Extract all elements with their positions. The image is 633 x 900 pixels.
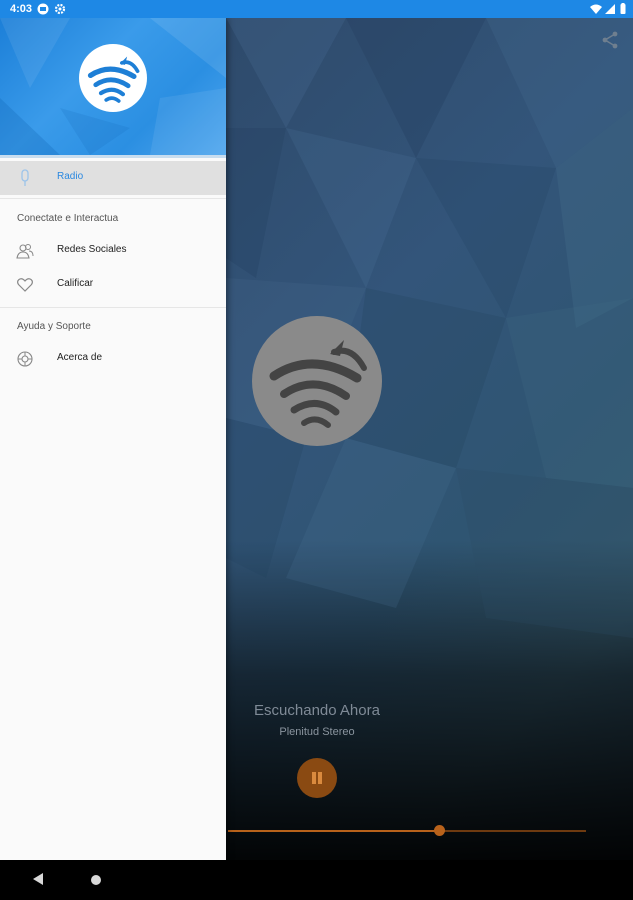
gear-icon [54, 3, 66, 15]
pause-icon [312, 772, 316, 784]
radio-waves-icon [269, 340, 367, 428]
divider [0, 198, 226, 199]
drawer-header [0, 18, 226, 155]
navigation-bar [0, 860, 633, 900]
menu-item-calificar[interactable]: Calificar [0, 268, 226, 302]
divider [0, 307, 226, 308]
back-icon[interactable] [33, 873, 43, 885]
section-title: Ayuda y Soporte [17, 321, 91, 332]
status-bar: 4:03 [0, 0, 633, 18]
menu-item-label: Radio [57, 171, 84, 182]
progress-fill [228, 830, 440, 832]
station-name: Plenitud Stereo [279, 726, 355, 738]
radio-waves-icon [87, 56, 140, 103]
section-title: Conectate e Interactua [17, 213, 119, 224]
menu-item-label: Redes Sociales [57, 244, 127, 255]
progress-bar[interactable] [228, 825, 586, 836]
pause-icon-bar [318, 772, 322, 784]
menu-item-label: Acerca de [57, 352, 103, 363]
header-divider [0, 155, 226, 158]
heart-icon [17, 278, 33, 292]
menu-item-label: Calificar [57, 278, 94, 289]
wifi-icon [590, 4, 602, 14]
share-icon[interactable] [600, 30, 620, 50]
now-playing-label: Escuchando Ahora [254, 702, 380, 719]
status-time: 4:03 [10, 3, 33, 15]
battery-icon [620, 3, 626, 14]
home-icon[interactable] [91, 875, 101, 885]
menu-item-acerca-de[interactable]: Acerca de [0, 342, 226, 376]
drawer-logo [79, 44, 147, 112]
pause-button[interactable] [297, 758, 337, 798]
microphone-icon [21, 169, 29, 186]
mail-icon [37, 3, 49, 15]
menu-item-radio[interactable]: Radio [0, 161, 226, 195]
settings-icon [17, 351, 33, 367]
navigation-drawer: Radio Conectate e Interactua Redes Socia… [0, 18, 226, 860]
people-icon [16, 244, 34, 259]
menu-item-redes-sociales[interactable]: Redes Sociales [0, 234, 226, 268]
station-logo [252, 316, 382, 446]
signal-icon [605, 4, 615, 14]
